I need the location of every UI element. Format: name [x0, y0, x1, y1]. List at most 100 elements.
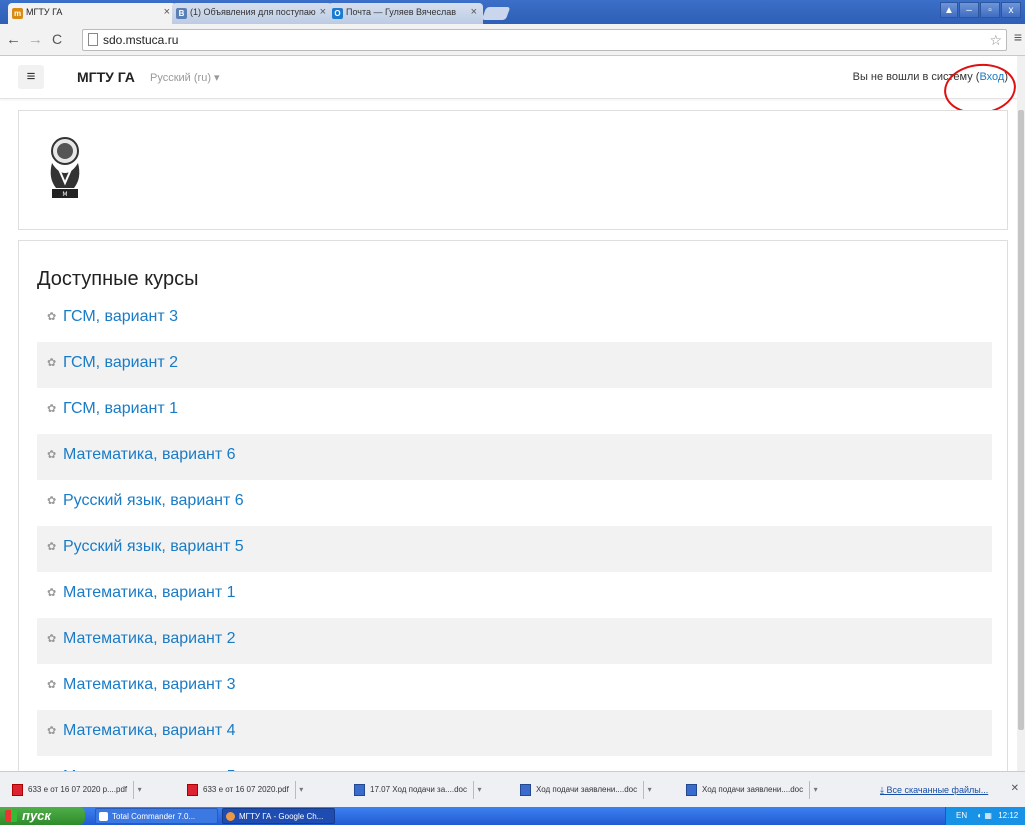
- chevron-down-icon[interactable]: ▾: [472, 781, 485, 799]
- course-list: ✿ ГСМ, вариант 3 ✿ ГСМ, вариант 2 ✿ ГСМ, ва…: [37, 296, 992, 779]
- tab-title: Почта — Гуляев Вячеслав: [346, 7, 456, 17]
- course-icon: ✿: [47, 449, 57, 461]
- language-selector[interactable]: Русский (ru) ▾: [150, 71, 220, 84]
- tray-icons: ◐ ▦: [977, 811, 992, 820]
- moodle-icon: m: [12, 8, 23, 19]
- star-icon[interactable]: ☆: [989, 30, 1002, 50]
- course-link[interactable]: Русский язык, вариант 5: [63, 538, 244, 556]
- list-item: ✿ Математика, вариант 1: [37, 572, 992, 618]
- course-icon: ✿: [47, 679, 57, 691]
- download-item[interactable]: Ход подачи заявлени....doc ▾: [518, 781, 652, 799]
- close-icon[interactable]: ×: [320, 6, 326, 18]
- download-item[interactable]: Ход подачи заявлени....doc ▾: [684, 781, 818, 799]
- download-filename: 633 е от 16 07 2020.pdf: [203, 785, 289, 794]
- course-icon: ✿: [47, 403, 57, 415]
- chevron-down-icon[interactable]: ▾: [809, 781, 821, 799]
- course-link[interactable]: Математика, вариант 1: [63, 584, 236, 602]
- menu-icon[interactable]: ≡: [1014, 29, 1022, 45]
- doc-icon: [520, 784, 531, 796]
- tab-mgtu[interactable]: m МГТУ ГА ×: [8, 3, 176, 24]
- course-icon: ✿: [47, 633, 57, 645]
- reload-icon[interactable]: C: [52, 31, 62, 47]
- page-icon: [88, 33, 98, 46]
- courses-heading: Доступные курсы: [37, 268, 199, 290]
- show-all-downloads-link[interactable]: ⤓ Все скачанные файлы...: [880, 781, 988, 799]
- chevron-down-icon[interactable]: ▾: [294, 781, 307, 799]
- user-icon[interactable]: ▲: [940, 2, 958, 18]
- course-link[interactable]: ГСМ, вариант 1: [63, 400, 178, 418]
- system-tray: EN ◐ ▦ 12:12: [945, 807, 1025, 825]
- back-icon[interactable]: ←: [6, 31, 21, 48]
- list-item: ✿ ГСМ, вариант 2: [37, 342, 992, 388]
- course-link[interactable]: Математика, вариант 2: [63, 630, 236, 648]
- list-item: ✿ Русский язык, вариант 6: [37, 480, 992, 526]
- course-link[interactable]: Русский язык, вариант 6: [63, 492, 244, 510]
- list-item: ✿ ГСМ, вариант 3: [37, 296, 992, 342]
- language-indicator[interactable]: EN: [956, 811, 967, 820]
- chevron-down-icon[interactable]: ▾: [133, 781, 145, 799]
- download-item[interactable]: 633 е от 16 07 2020.pdf ▾: [185, 781, 303, 799]
- site-brand[interactable]: МГТУ ГА: [77, 69, 135, 85]
- download-filename: Ход подачи заявлени....doc: [702, 785, 804, 794]
- course-icon: ✿: [47, 311, 57, 323]
- list-item: ✿ Математика, вариант 6: [37, 434, 992, 480]
- svg-text:М: М: [62, 191, 67, 198]
- close-icon[interactable]: ×: [471, 6, 477, 18]
- windows-logo-icon: [5, 810, 17, 822]
- new-tab-button[interactable]: [481, 7, 511, 20]
- clock: 12:12: [998, 811, 1019, 820]
- windows-taskbar: пуск Total Commander 7.0... МГТУ ГА - Go…: [0, 807, 1025, 825]
- download-filename: 17.07 Ход подачи за....doc: [370, 785, 467, 794]
- url-text: sdo.mstuca.ru: [103, 33, 179, 47]
- forward-icon[interactable]: →: [28, 31, 43, 48]
- course-icon: ✿: [47, 541, 57, 553]
- close-window-button[interactable]: x: [1001, 2, 1021, 18]
- list-item: ✿ ГСМ, вариант 1: [37, 388, 992, 434]
- scrollbar-thumb[interactable]: [1018, 110, 1024, 730]
- window-controls: ▲ – ▫ x: [940, 2, 1021, 18]
- chrome-icon: [226, 812, 235, 821]
- course-link[interactable]: ГСМ, вариант 3: [63, 308, 178, 326]
- list-item: ✿ Математика, вариант 3: [37, 664, 992, 710]
- close-icon[interactable]: ✕: [1011, 783, 1019, 794]
- course-link[interactable]: Математика, вариант 4: [63, 722, 236, 740]
- course-link[interactable]: ГСМ, вариант 2: [63, 354, 178, 372]
- browser-toolbar: ← → C sdo.mstuca.ru ☆ ≡: [0, 24, 1025, 56]
- download-filename: Ход подачи заявлени....doc: [536, 785, 638, 794]
- download-filename: 633 е от 16 07 2020 р....pdf: [28, 785, 128, 794]
- start-button[interactable]: пуск: [0, 807, 85, 825]
- vk-icon: В: [176, 8, 187, 19]
- pdf-icon: [187, 784, 198, 796]
- courses-card: Доступные курсы ✿ ГСМ, вариант 3 ✿ ГСМ, ва…: [18, 240, 1008, 780]
- logo-card: М: [18, 110, 1008, 230]
- list-item: ✿ Математика, вариант 2: [37, 618, 992, 664]
- tab-vk[interactable]: В (1) Объявления для поступаю ×: [172, 3, 332, 24]
- list-item: ✿ Математика, вариант 4: [37, 710, 992, 756]
- taskbar-window-chrome[interactable]: МГТУ ГА - Google Ch...: [222, 808, 335, 824]
- course-icon: ✿: [47, 725, 57, 737]
- taskbar-window-total-commander[interactable]: Total Commander 7.0...: [95, 808, 218, 824]
- downloads-bar: 633 е от 16 07 2020 р....pdf ▾ 633 е от 1…: [0, 771, 1025, 807]
- tab-title: (1) Объявления для поступаю: [190, 7, 316, 17]
- course-link[interactable]: Математика, вариант 6: [63, 446, 236, 464]
- outlook-icon: O: [332, 8, 343, 19]
- tab-title: МГТУ ГА: [26, 7, 63, 17]
- chevron-down-icon[interactable]: ▾: [643, 781, 655, 799]
- download-item[interactable]: 17.07 Ход подачи за....doc ▾: [352, 781, 481, 799]
- doc-icon: [686, 784, 697, 796]
- pdf-icon: [12, 784, 23, 796]
- address-bar[interactable]: sdo.mstuca.ru ☆: [82, 29, 1007, 51]
- course-icon: ✿: [47, 357, 57, 369]
- maximize-button[interactable]: ▫: [980, 2, 1000, 18]
- course-icon: ✿: [47, 495, 57, 507]
- university-logo: М: [50, 137, 80, 198]
- course-link[interactable]: Математика, вариант 3: [63, 676, 236, 694]
- tab-mail[interactable]: O Почта — Гуляев Вячеслав ×: [328, 3, 483, 24]
- list-item: ✿ Русский язык, вариант 5: [37, 526, 992, 572]
- course-icon: ✿: [47, 587, 57, 599]
- close-icon[interactable]: ×: [164, 6, 170, 18]
- download-item[interactable]: 633 е от 16 07 2020 р....pdf ▾: [10, 781, 142, 799]
- site-navbar: ≡ МГТУ ГА Русский (ru) ▾ Вы не вошли в с…: [0, 56, 1017, 99]
- minimize-button[interactable]: –: [959, 2, 979, 18]
- hamburger-menu-button[interactable]: ≡: [18, 65, 44, 89]
